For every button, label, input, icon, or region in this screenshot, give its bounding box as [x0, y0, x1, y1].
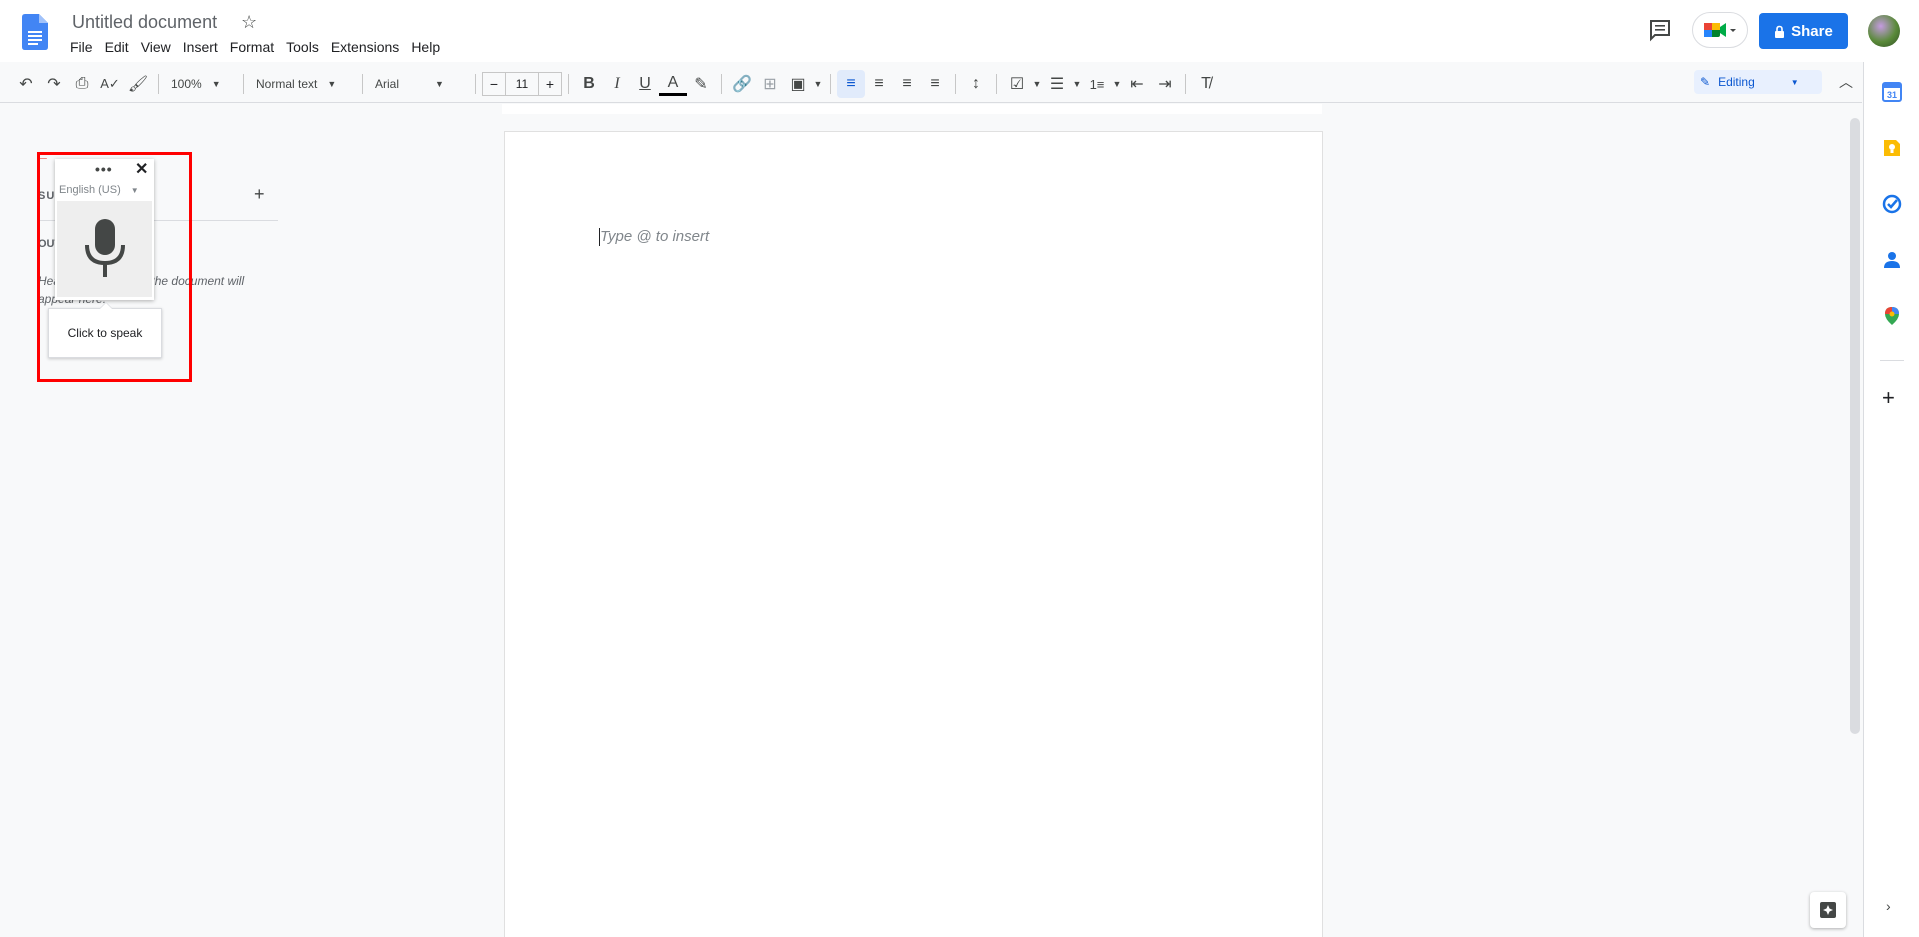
insert-link-icon[interactable]: 🔗	[728, 70, 756, 98]
ruler-page-area	[502, 104, 1322, 114]
chevron-down-icon: ▼	[435, 79, 444, 89]
share-label: Share	[1791, 22, 1833, 40]
menu-view[interactable]: View	[135, 36, 177, 58]
align-center-icon[interactable]: ≡	[865, 70, 893, 98]
comment-history-icon[interactable]	[1648, 18, 1672, 42]
toolbar-divider	[158, 74, 159, 94]
spellcheck-icon[interactable]: A✓	[96, 70, 124, 98]
menu-format[interactable]: Format	[224, 36, 280, 58]
insert-image-icon[interactable]: ▣	[784, 70, 812, 98]
document-page[interactable]: Type @ to insert	[505, 132, 1322, 937]
pencil-icon: ✎	[1700, 75, 1711, 89]
italic-icon[interactable]: I	[603, 70, 631, 98]
decrease-font-size-button[interactable]: −	[482, 72, 506, 96]
google-docs-app: Untitled document ☆ File Edit View Inser…	[0, 0, 1919, 937]
explore-icon	[1820, 902, 1836, 918]
title-bar: Untitled document ☆ File Edit View Inser…	[0, 0, 1919, 62]
docs-logo-icon[interactable]	[22, 14, 48, 50]
decrease-indent-icon[interactable]: ⇤	[1123, 70, 1151, 98]
chevron-down-icon: ▼	[1790, 77, 1799, 87]
font-size-input[interactable]: 11	[506, 72, 538, 96]
add-comment-icon[interactable]: ⊞	[756, 70, 784, 98]
add-summary-icon[interactable]: +	[254, 184, 265, 205]
increase-indent-icon[interactable]: ⇥	[1151, 70, 1179, 98]
menu-help[interactable]: Help	[405, 36, 446, 58]
redo-icon[interactable]: ↷	[40, 70, 68, 98]
menu-insert[interactable]: Insert	[177, 36, 224, 58]
align-left-icon[interactable]: ≡	[837, 70, 865, 98]
align-right-icon[interactable]: ≡	[893, 70, 921, 98]
toolbar-divider	[996, 74, 997, 94]
font-value: Arial	[375, 77, 400, 91]
toolbar-divider	[721, 74, 722, 94]
main-toolbar: ↶ ↷ ⎙ A✓ 🖌 100% ▼ Normal text ▼ Arial ▼ − 1…	[12, 66, 1850, 102]
numbered-list-icon[interactable]: 1≡	[1083, 70, 1111, 98]
toolbar-divider	[830, 74, 831, 94]
vertical-ruler[interactable]	[0, 118, 14, 937]
undo-icon[interactable]: ↶	[12, 70, 40, 98]
style-value: Normal text	[256, 77, 318, 91]
zoom-select[interactable]: 100% ▼	[165, 70, 237, 98]
chevron-down-icon[interactable]: ▼	[1031, 70, 1043, 98]
chevron-down-icon[interactable]: ▼	[1071, 70, 1083, 98]
menu-bar: File Edit View Insert Format Tools Exten…	[64, 36, 446, 58]
maps-icon[interactable]	[1882, 306, 1902, 326]
align-justify-icon[interactable]: ≡	[921, 70, 949, 98]
checklist-icon[interactable]: ☑	[1003, 70, 1031, 98]
toolbar-divider	[955, 74, 956, 94]
chevron-right-icon[interactable]: ›	[1886, 898, 1891, 914]
print-icon[interactable]: ⎙	[68, 70, 96, 98]
collapse-menus-icon[interactable]: ︿	[1834, 70, 1858, 94]
lock-icon	[1775, 25, 1785, 38]
underline-icon[interactable]: U	[631, 70, 659, 98]
toolbar-divider	[568, 74, 569, 94]
editing-mode-select[interactable]: ✎ Editing ▼	[1694, 70, 1822, 94]
chevron-down-icon[interactable]: ▼	[812, 70, 824, 98]
menu-file[interactable]: File	[64, 36, 99, 58]
toolbar-divider	[475, 74, 476, 94]
chevron-down-icon[interactable]: ▼	[1111, 70, 1123, 98]
menu-extensions[interactable]: Extensions	[325, 36, 405, 58]
menu-edit[interactable]: Edit	[99, 36, 135, 58]
annotation-highlight-box	[37, 152, 192, 382]
get-add-ons-icon[interactable]: +	[1882, 387, 1895, 409]
line-spacing-icon[interactable]: ↕	[962, 70, 990, 98]
zoom-value: 100%	[171, 77, 202, 91]
document-title[interactable]: Untitled document	[72, 10, 217, 34]
side-panel: 31 + ›	[1863, 62, 1919, 937]
toolbar-divider	[1185, 74, 1186, 94]
increase-font-size-button[interactable]: +	[538, 72, 562, 96]
toolbar-divider	[362, 74, 363, 94]
star-icon[interactable]: ☆	[241, 10, 257, 34]
editing-mode-label: Editing	[1718, 75, 1755, 89]
contacts-icon[interactable]	[1882, 250, 1902, 270]
side-panel-divider	[1880, 360, 1904, 361]
explore-button[interactable]	[1810, 892, 1846, 928]
meet-icon	[1704, 23, 1736, 37]
bulleted-list-icon[interactable]: ☰	[1043, 70, 1071, 98]
style-select[interactable]: Normal text ▼	[250, 70, 356, 98]
clear-formatting-icon[interactable]: T̸	[1192, 70, 1220, 98]
font-select[interactable]: Arial ▼	[369, 70, 469, 98]
insert-placeholder: Type @ to insert	[600, 228, 710, 245]
text-color-icon[interactable]: A	[659, 72, 687, 96]
highlight-color-icon[interactable]: ✎	[687, 70, 715, 98]
account-avatar[interactable]	[1868, 15, 1900, 47]
meet-button[interactable]	[1692, 12, 1748, 48]
vertical-scrollbar[interactable]	[1850, 118, 1860, 734]
paint-format-icon[interactable]: 🖌	[124, 70, 152, 98]
svg-text:31: 31	[1887, 90, 1897, 100]
share-button[interactable]: Share	[1759, 13, 1848, 49]
toolbar-divider	[243, 74, 244, 94]
chevron-down-icon: ▼	[327, 79, 337, 89]
font-size-control: − 11 +	[482, 72, 562, 96]
keep-icon[interactable]	[1882, 138, 1902, 158]
menu-tools[interactable]: Tools	[280, 36, 325, 58]
tasks-icon[interactable]	[1882, 194, 1902, 214]
chevron-down-icon: ▼	[211, 79, 221, 89]
calendar-icon[interactable]: 31	[1882, 82, 1902, 102]
bold-icon[interactable]: B	[575, 70, 603, 98]
